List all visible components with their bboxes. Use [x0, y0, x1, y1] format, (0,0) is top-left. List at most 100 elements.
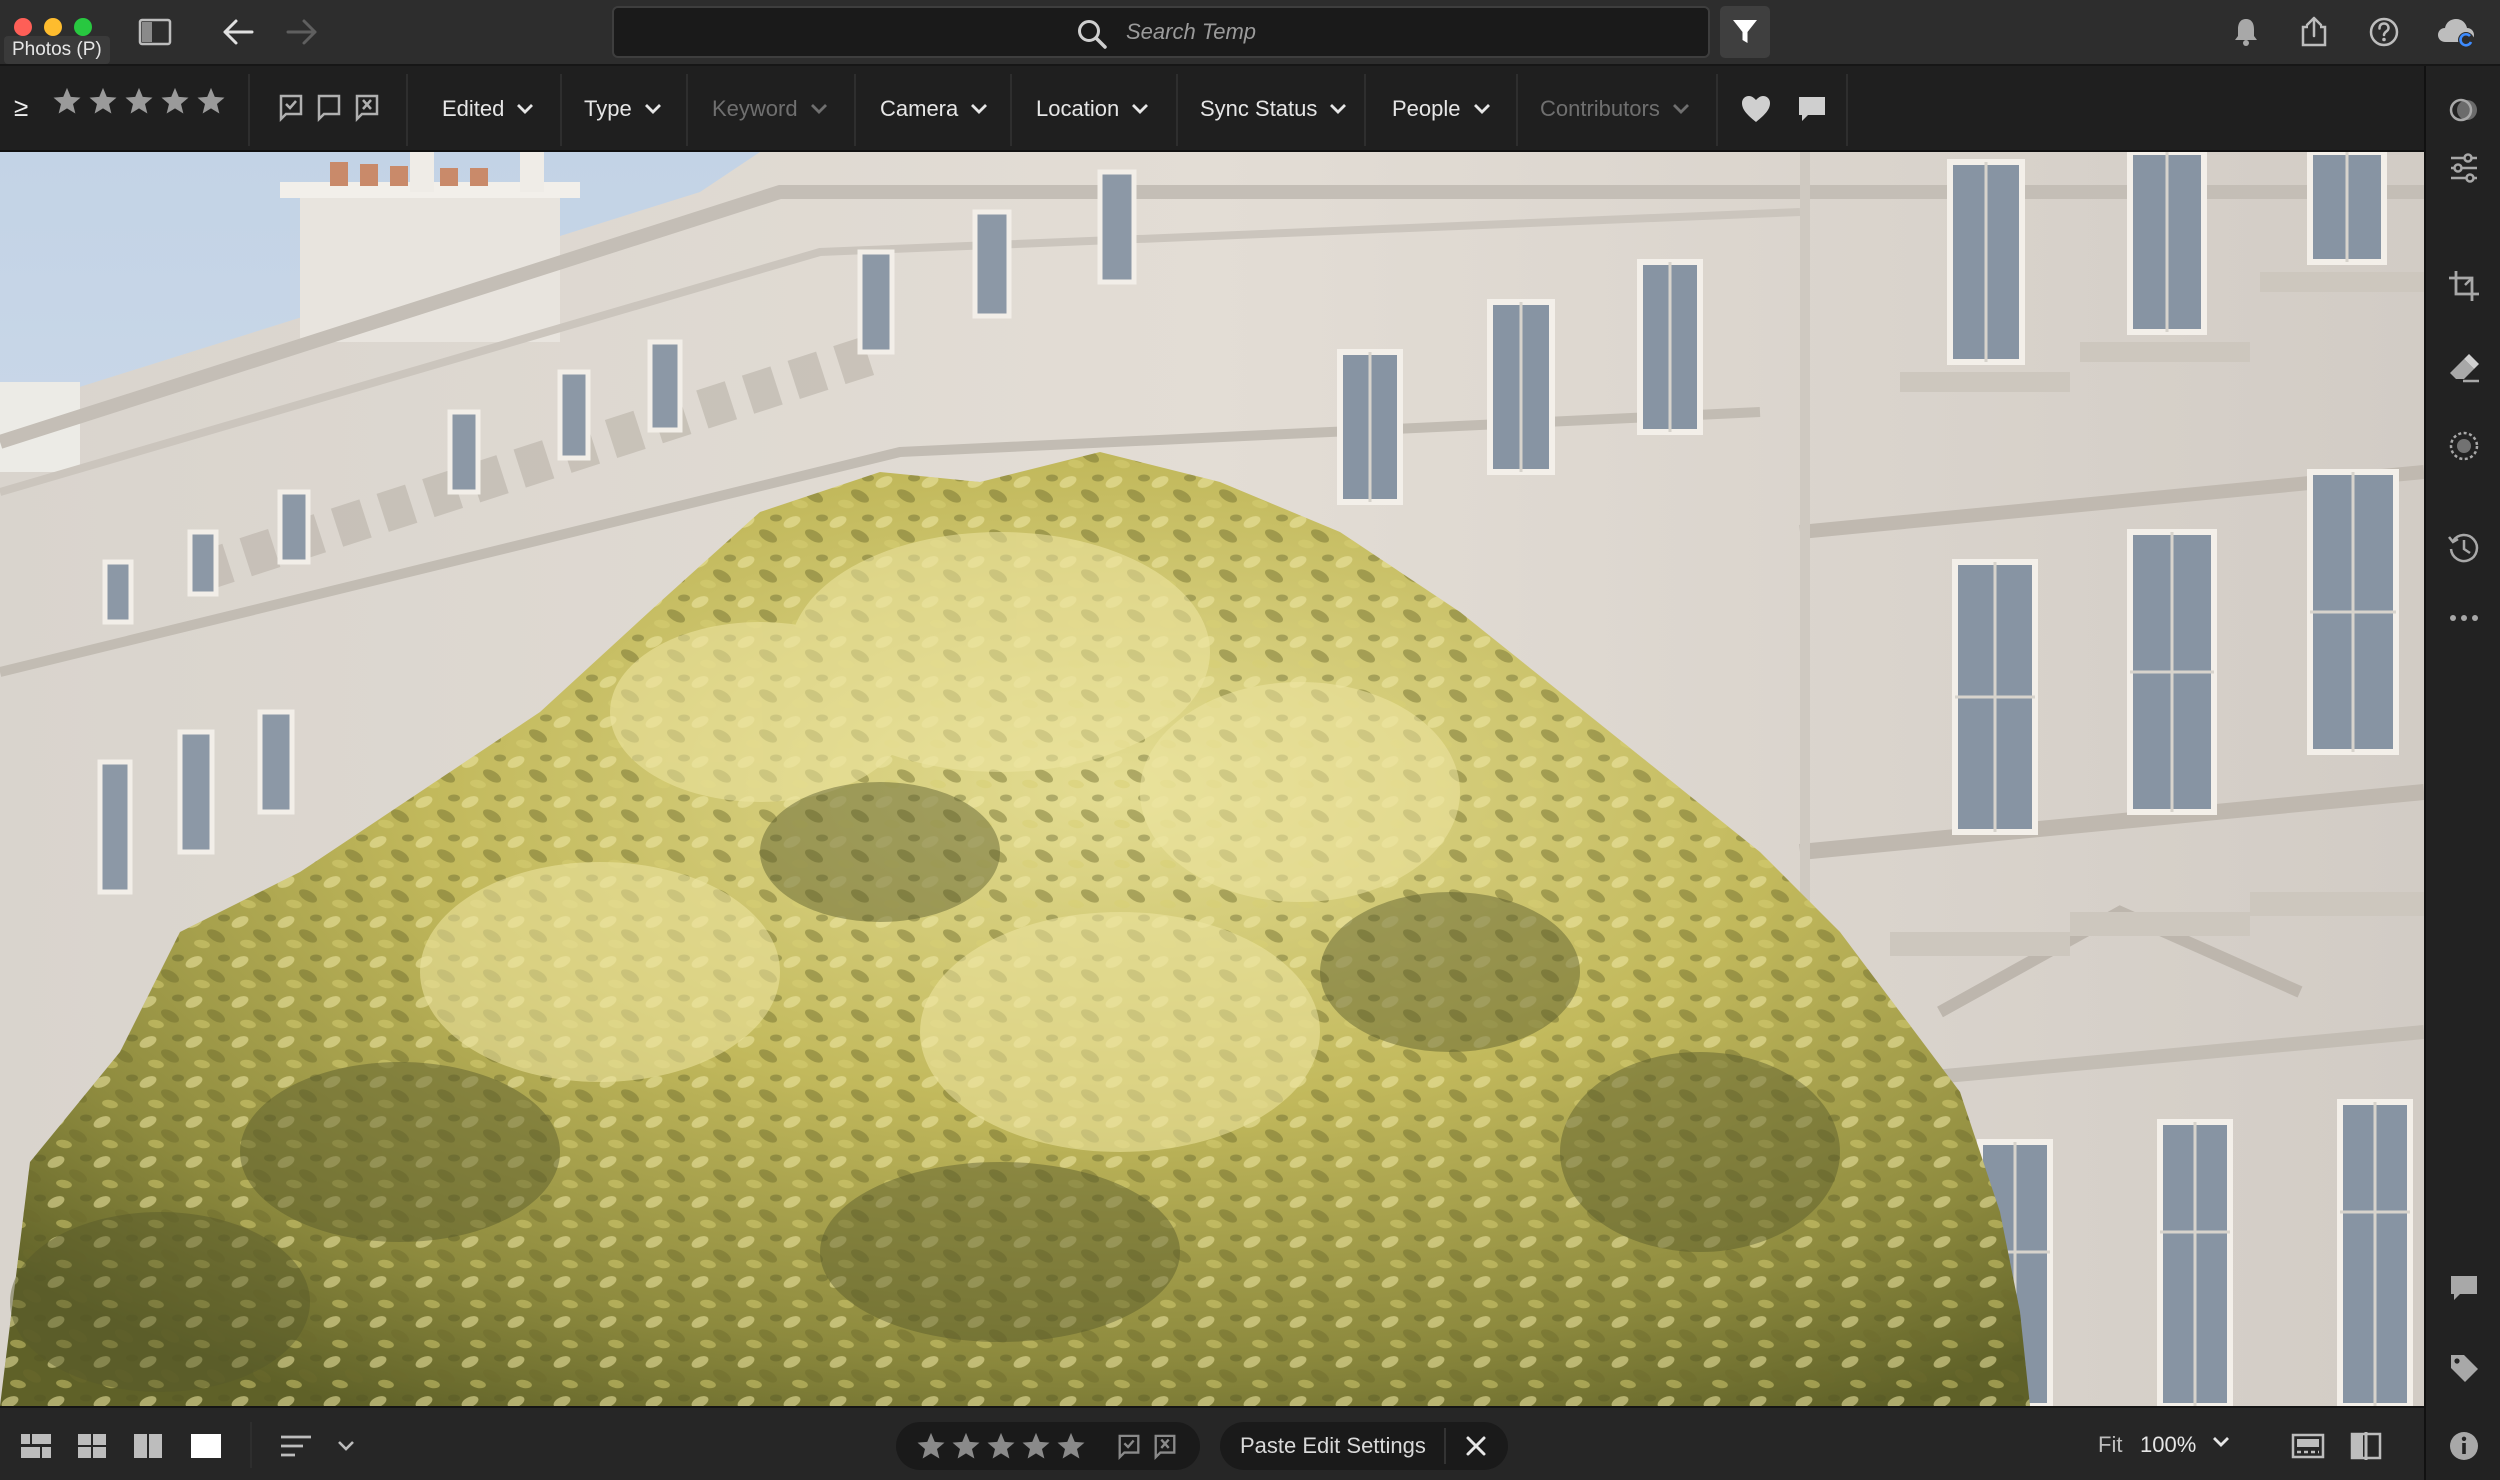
chevron-down-icon	[971, 104, 988, 114]
help-icon[interactable]	[2364, 12, 2404, 52]
star-icon[interactable]	[160, 86, 190, 116]
dropdown-label: Type	[584, 96, 632, 121]
search-box[interactable]	[612, 6, 1710, 58]
dropdown-label: Edited	[442, 96, 505, 121]
window-maximize-button[interactable]	[74, 18, 92, 36]
star-icon[interactable]	[1056, 1431, 1086, 1461]
detail-view-icon[interactable]	[186, 1426, 226, 1466]
dropdown-label: Location	[1036, 96, 1120, 121]
presets-icon[interactable]	[2444, 90, 2484, 130]
chevron-down-icon	[1473, 104, 1490, 114]
back-arrow-icon[interactable]	[218, 12, 258, 52]
window-minimize-button[interactable]	[44, 18, 62, 36]
separator	[560, 74, 562, 146]
dropdown-label: People	[1392, 96, 1461, 121]
history-icon[interactable]	[2444, 528, 2484, 568]
separator	[854, 74, 856, 146]
grid-view-icon[interactable]	[72, 1426, 112, 1466]
filter-edited-dropdown[interactable]: Edited	[442, 66, 534, 152]
rejected-flag-icon[interactable]	[354, 94, 380, 122]
rating-operator[interactable]: ≥	[14, 92, 28, 123]
keywords-tag-icon[interactable]	[2444, 1348, 2484, 1388]
filter-location-dropdown[interactable]: Location	[1036, 66, 1149, 152]
sort-icon[interactable]	[276, 1426, 316, 1466]
filmstrip-toggle-icon[interactable]	[2288, 1426, 2328, 1466]
star-icon[interactable]	[951, 1431, 981, 1461]
bottom-bar: Paste Edit Settings Fit 100%	[0, 1406, 2424, 1480]
photo-image	[0, 152, 2424, 1406]
close-icon[interactable]	[1456, 1426, 1496, 1466]
square-grid-view-icon[interactable]	[16, 1426, 56, 1466]
comment-icon[interactable]	[1796, 94, 1828, 124]
right-tool-rail	[2424, 66, 2500, 1480]
rating-filter-stars	[52, 86, 226, 116]
separator	[1444, 1428, 1446, 1464]
unflagged-icon[interactable]	[316, 94, 342, 122]
filter-sync-status-dropdown[interactable]: Sync Status	[1200, 66, 1347, 152]
star-icon[interactable]	[986, 1431, 1016, 1461]
star-icon[interactable]	[196, 86, 226, 116]
main-photo[interactable]	[0, 152, 2424, 1406]
picked-flag-icon[interactable]	[278, 94, 304, 122]
filter-contributors-dropdown[interactable]: Contributors	[1540, 66, 1690, 152]
photo-rating-stars	[916, 1431, 1086, 1461]
chevron-down-icon	[1672, 104, 1689, 114]
chevron-down-icon	[644, 104, 661, 114]
separator	[1010, 74, 1012, 146]
healing-eraser-icon[interactable]	[2444, 348, 2484, 388]
star-icon[interactable]	[1021, 1431, 1051, 1461]
separator	[248, 74, 250, 146]
funnel-icon	[1733, 20, 1757, 43]
separator	[1176, 74, 1178, 146]
edit-sliders-icon[interactable]	[2444, 148, 2484, 188]
paste-edit-settings-pill: Paste Edit Settings	[1220, 1422, 1508, 1470]
more-options-icon[interactable]	[2444, 598, 2484, 638]
dropdown-label: Contributors	[1540, 96, 1660, 121]
separator	[1516, 74, 1518, 146]
chevron-down-icon	[810, 104, 827, 114]
star-icon[interactable]	[124, 86, 154, 116]
title-bar: Photos (P)	[0, 0, 2500, 66]
chevron-down-icon	[1330, 104, 1347, 114]
forward-arrow-icon[interactable]	[282, 12, 322, 52]
zoom-fit-button[interactable]: Fit	[2098, 1432, 2122, 1458]
filter-keyword-dropdown[interactable]: Keyword	[712, 66, 828, 152]
compare-view-icon[interactable]	[128, 1426, 168, 1466]
rating-flag-controls	[896, 1422, 1200, 1470]
filter-type-dropdown[interactable]: Type	[584, 66, 662, 152]
filter-people-dropdown[interactable]: People	[1392, 66, 1491, 152]
masking-icon[interactable]	[2444, 426, 2484, 466]
sort-chevron-down-icon[interactable]	[326, 1426, 366, 1466]
pick-flag-icon[interactable]	[1116, 1434, 1142, 1460]
chevron-down-icon	[1132, 104, 1149, 114]
crop-icon[interactable]	[2444, 266, 2484, 306]
paste-edit-settings-button[interactable]: Paste Edit Settings	[1240, 1422, 1426, 1470]
cloud-sync-icon[interactable]	[2436, 12, 2476, 52]
search-input[interactable]	[1124, 14, 1684, 50]
share-icon[interactable]	[2294, 12, 2334, 52]
app-name-label: Photos (P)	[4, 36, 110, 64]
comments-panel-icon[interactable]	[2444, 1268, 2484, 1308]
separator	[1846, 74, 1848, 146]
separator	[686, 74, 688, 146]
filter-bar: ≥ Edited Type Keyword Camera Location Sy…	[0, 66, 2424, 152]
notifications-bell-icon[interactable]	[2226, 12, 2266, 52]
dropdown-label: Sync Status	[1200, 96, 1318, 121]
flag-filters	[278, 94, 380, 122]
before-after-icon[interactable]	[2346, 1426, 2386, 1466]
reject-flag-icon[interactable]	[1152, 1434, 1178, 1460]
zoom-chevron-down-icon[interactable]	[2212, 1436, 2230, 1448]
heart-icon[interactable]	[1740, 94, 1772, 124]
search-icon	[1076, 18, 1108, 50]
info-icon[interactable]	[2444, 1426, 2484, 1466]
window-close-button[interactable]	[14, 18, 32, 36]
dropdown-label: Camera	[880, 96, 959, 121]
star-icon[interactable]	[916, 1431, 946, 1461]
star-icon[interactable]	[88, 86, 118, 116]
panel-toggle-icon[interactable]	[135, 12, 175, 52]
star-icon[interactable]	[52, 86, 82, 116]
zoom-level-value[interactable]: 100%	[2140, 1432, 2196, 1458]
separator	[250, 1422, 252, 1468]
filter-camera-dropdown[interactable]: Camera	[880, 66, 988, 152]
filter-funnel-button[interactable]	[1720, 6, 1770, 58]
